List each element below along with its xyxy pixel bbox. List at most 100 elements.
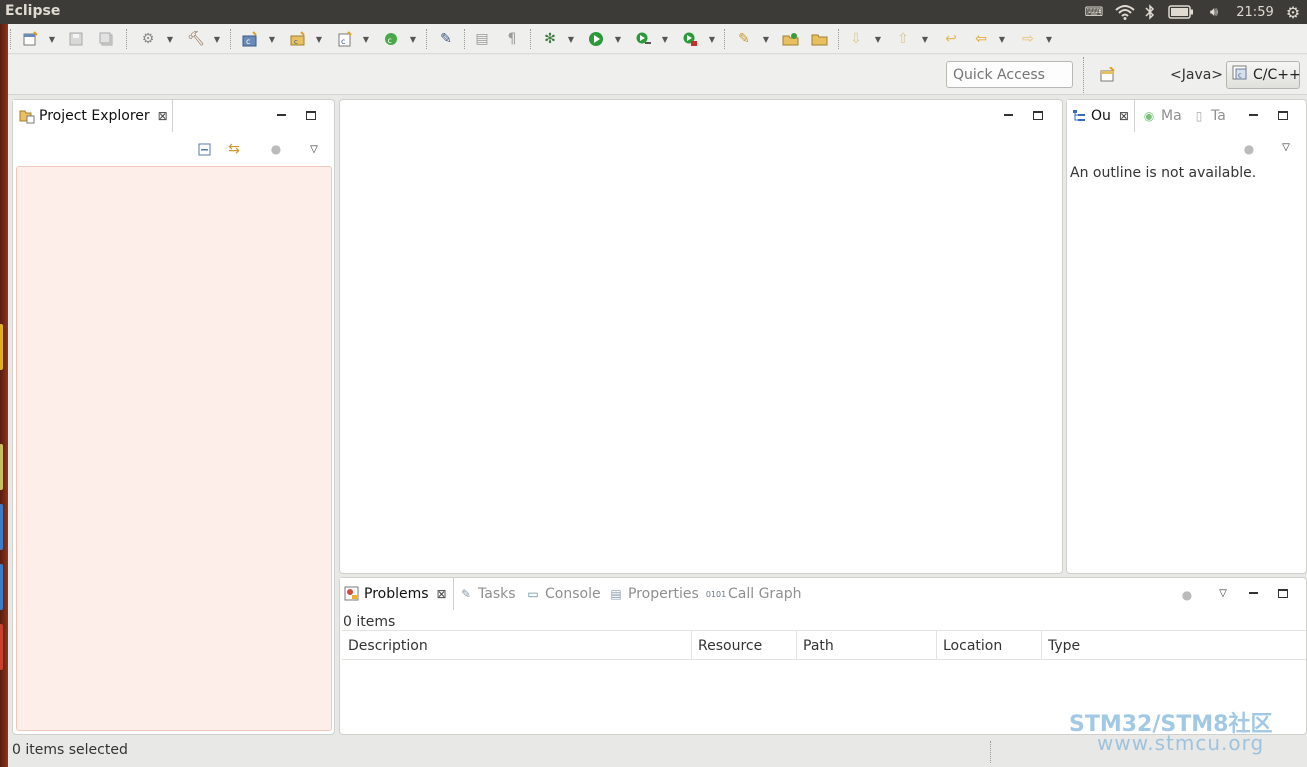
pilcrow-icon[interactable]: ¶ <box>502 29 522 49</box>
maximize-button[interactable] <box>1276 586 1290 600</box>
collapse-all-icon[interactable] <box>198 142 212 156</box>
maximize-icon <box>1278 110 1288 120</box>
new-folder-icon[interactable]: c <box>288 29 308 49</box>
view-menu-icon[interactable]: ▽ <box>1279 140 1293 154</box>
save-all-icon[interactable] <box>96 29 116 49</box>
close-icon[interactable]: ⊠ <box>158 109 168 123</box>
column-path[interactable]: Path <box>797 631 937 660</box>
chevron-down-icon[interactable]: ▼ <box>362 34 370 44</box>
tab-problems[interactable]: Problems ⊠ <box>340 578 454 610</box>
close-icon[interactable]: ⊠ <box>437 587 447 601</box>
tab-label: Ou <box>1091 108 1111 124</box>
battery-icon[interactable] <box>1167 3 1195 21</box>
tab-make-targets[interactable]: ◉ Ma <box>1141 100 1191 132</box>
filter-icon[interactable]: ● <box>1242 142 1256 156</box>
chevron-down-icon[interactable]: ▼ <box>708 34 716 44</box>
launcher-item[interactable] <box>0 564 3 610</box>
profile-icon[interactable] <box>633 29 653 49</box>
chevron-down-icon[interactable]: ▼ <box>166 34 174 44</box>
previous-annotation-icon[interactable]: ⇧ <box>893 29 913 49</box>
app-title: Eclipse <box>5 3 61 19</box>
close-icon[interactable]: ⊠ <box>1119 109 1129 123</box>
tab-call-graph[interactable]: 0101 Call Graph <box>706 578 808 610</box>
chevron-down-icon[interactable]: ▼ <box>409 34 417 44</box>
tab-console[interactable]: ▭ Console <box>525 578 603 610</box>
tab-label: Ta <box>1211 108 1226 124</box>
column-type[interactable]: Type <box>1042 631 1306 660</box>
bluetooth-icon[interactable] <box>1143 3 1157 21</box>
toggle-icon[interactable]: ▤ <box>472 29 492 49</box>
editor-area[interactable] <box>339 99 1063 574</box>
run-icon[interactable] <box>586 29 606 49</box>
chevron-down-icon[interactable]: ▼ <box>874 34 882 44</box>
last-edit-icon[interactable]: ↩ <box>941 29 961 49</box>
save-icon[interactable] <box>66 29 86 49</box>
column-description[interactable]: Description <box>342 631 692 660</box>
chevron-down-icon[interactable]: ▼ <box>614 34 622 44</box>
chevron-down-icon[interactable]: ▼ <box>921 34 929 44</box>
wifi-icon[interactable] <box>1114 3 1136 21</box>
maximize-icon <box>1033 110 1043 120</box>
hammer-icon[interactable]: 🔨︎ <box>186 29 206 49</box>
chevron-down-icon[interactable]: ▼ <box>213 34 221 44</box>
volume-icon[interactable]: 🔊︎ <box>1203 3 1225 21</box>
tab-tasks[interactable]: ✎ Tasks <box>458 578 524 610</box>
chevron-down-icon[interactable]: ▼ <box>661 34 669 44</box>
refresh-icon[interactable]: c <box>381 29 401 49</box>
chevron-down-icon[interactable]: ▼ <box>315 34 323 44</box>
chevron-down-icon[interactable]: ▼ <box>567 34 575 44</box>
minimize-button[interactable] <box>274 108 288 122</box>
debug-icon[interactable]: ✻ <box>540 29 560 49</box>
open-perspective-icon[interactable] <box>1098 66 1116 84</box>
maximize-button[interactable] <box>1031 108 1045 122</box>
external-tool-icon[interactable] <box>680 29 700 49</box>
minimize-button[interactable] <box>1246 586 1260 600</box>
build-icon[interactable]: ⚙ <box>138 29 158 49</box>
next-annotation-icon[interactable]: ⇩ <box>846 29 866 49</box>
tab-properties[interactable]: ▤ Properties <box>608 578 704 610</box>
chevron-down-icon[interactable]: ▼ <box>762 34 770 44</box>
new-cpp-project-icon[interactable]: c <box>240 29 260 49</box>
maximize-button[interactable] <box>304 108 318 122</box>
clock[interactable]: 21:59 <box>1234 3 1276 21</box>
tasks-icon: ✎ <box>460 587 472 601</box>
maximize-button[interactable] <box>1276 108 1290 122</box>
chevron-down-icon[interactable]: ▼ <box>1045 34 1053 44</box>
tab-outline[interactable]: Ou ⊠ <box>1067 100 1135 132</box>
search-icon[interactable]: ✎ <box>734 29 754 49</box>
filter-icon[interactable]: ● <box>269 142 283 156</box>
new-class-icon[interactable]: c <box>335 29 355 49</box>
forward-icon[interactable]: ⇨ <box>1018 29 1038 49</box>
launcher-item[interactable] <box>0 624 3 670</box>
back-icon[interactable]: ⇦ <box>971 29 991 49</box>
system-top-bar: Eclipse ⌨ 🔊︎ 21:59 ⚙ <box>0 0 1307 24</box>
tab-project-explorer[interactable]: Project Explorer ⊠ <box>13 100 173 132</box>
launcher-item[interactable] <box>0 504 3 550</box>
open-folder-icon[interactable] <box>810 29 830 49</box>
chevron-down-icon[interactable]: ▼ <box>48 34 56 44</box>
outline-message: An outline is not available. <box>1070 165 1257 181</box>
minimize-button[interactable] <box>1246 108 1260 122</box>
project-tree[interactable] <box>16 166 332 731</box>
column-resource[interactable]: Resource <box>692 631 797 660</box>
filter-icon[interactable]: ● <box>1180 588 1194 602</box>
chevron-down-icon[interactable]: ▼ <box>998 34 1006 44</box>
quick-access-input[interactable] <box>946 61 1073 88</box>
perspective-java-button[interactable]: <Java> <box>1166 65 1227 85</box>
launcher-item[interactable] <box>0 324 3 370</box>
perspective-cpp-button[interactable]: c C/C++ <box>1226 61 1301 89</box>
gear-icon[interactable]: ⚙ <box>1284 3 1302 22</box>
minimize-button[interactable] <box>1001 108 1015 122</box>
view-menu-icon[interactable]: ▽ <box>1216 586 1230 600</box>
keyboard-icon[interactable]: ⌨ <box>1084 3 1104 21</box>
new-icon[interactable] <box>20 29 40 49</box>
toolbar-separator <box>10 29 12 49</box>
tab-task-list[interactable]: ▯ Ta <box>1191 100 1231 132</box>
chevron-down-icon[interactable]: ▼ <box>268 34 276 44</box>
launcher-item[interactable] <box>0 444 3 490</box>
open-folder-icon[interactable] <box>781 29 801 49</box>
link-with-editor-icon[interactable]: ⇆ <box>227 141 241 157</box>
pin-icon[interactable]: ✎ <box>436 29 456 49</box>
column-location[interactable]: Location <box>937 631 1042 660</box>
view-menu-icon[interactable]: ▽ <box>307 142 321 156</box>
